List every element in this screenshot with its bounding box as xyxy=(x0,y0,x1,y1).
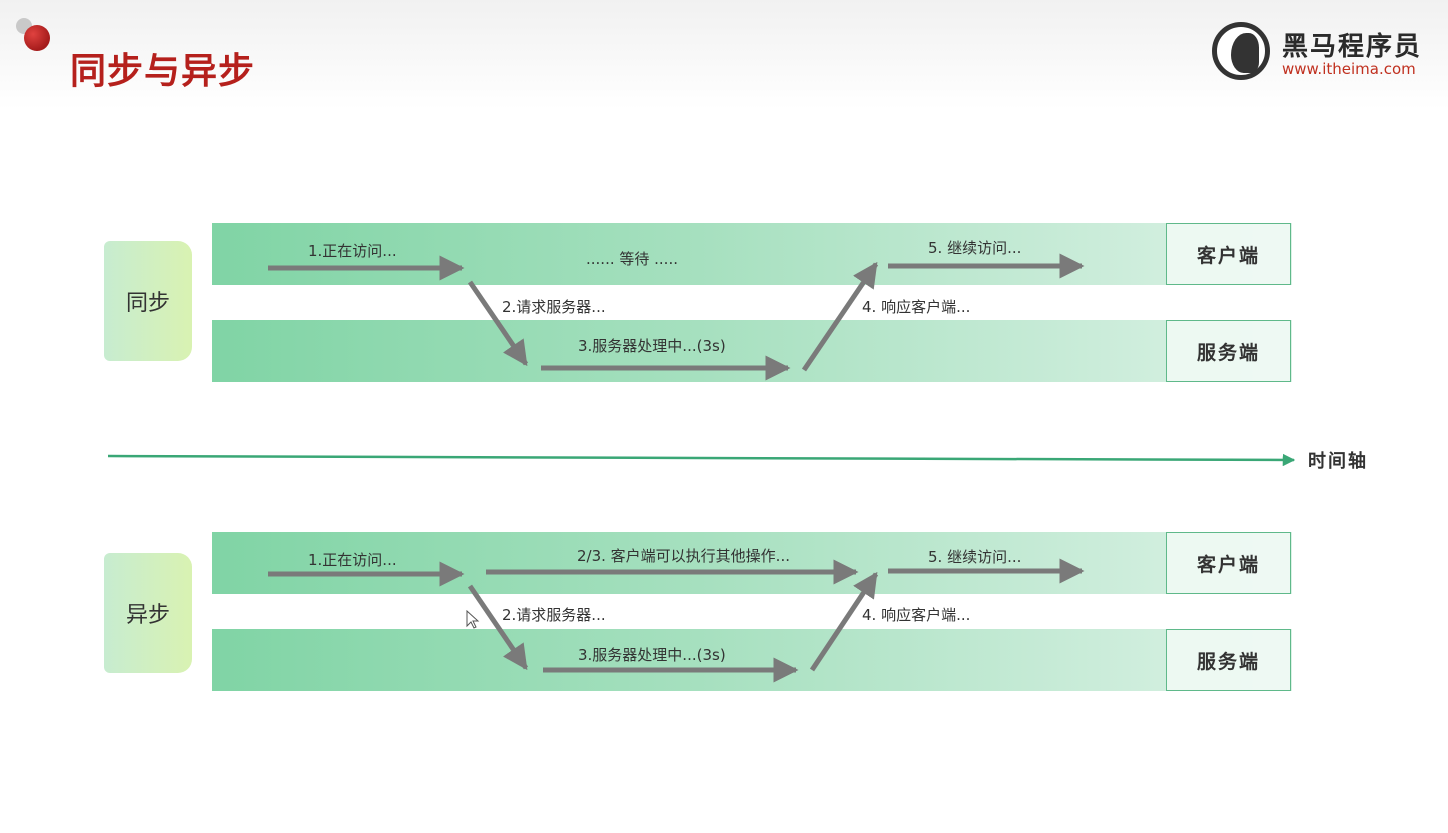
sync-arrow-step4 xyxy=(801,261,879,372)
async-arrow-step4 xyxy=(809,571,879,672)
sync-arrow-step2 xyxy=(467,280,529,367)
mouse-pointer-icon xyxy=(466,610,480,629)
timeline-axis xyxy=(107,453,1296,467)
flow-arrows xyxy=(107,253,1296,683)
